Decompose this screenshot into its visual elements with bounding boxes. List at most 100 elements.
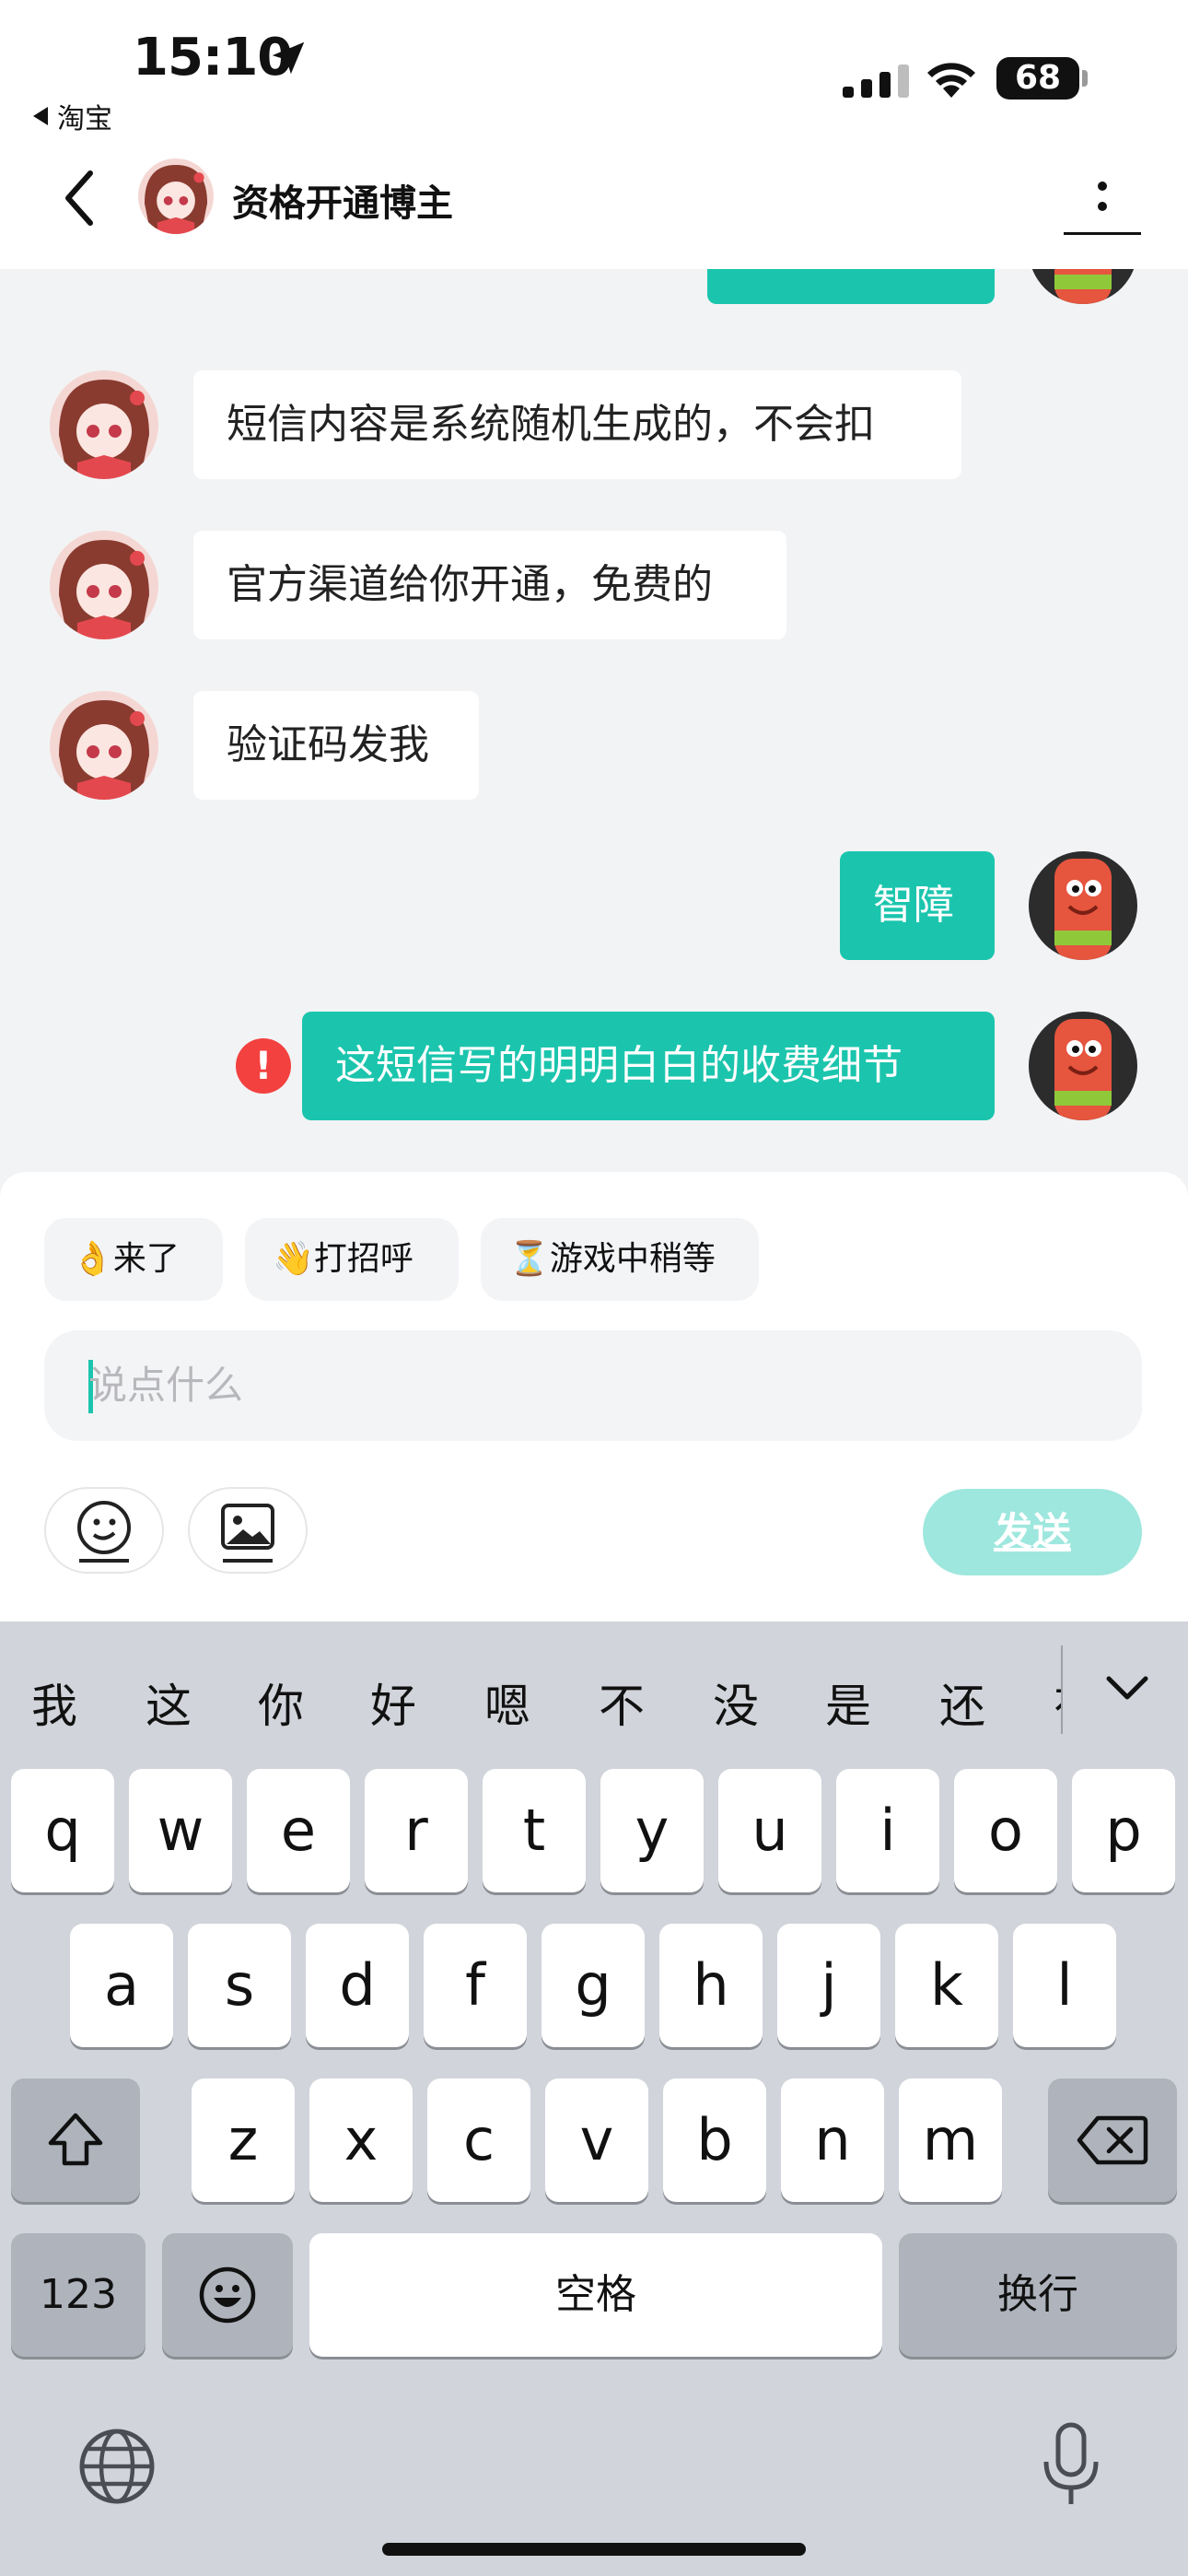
key-w[interactable]: w: [129, 1769, 232, 1892]
candidate-word[interactable]: 嗯: [484, 1669, 530, 1736]
space-key[interactable]: 空格: [309, 2233, 882, 2357]
quick-reply-chip[interactable]: 👌来了: [44, 1218, 223, 1301]
candidate-word[interactable]: 没: [713, 1669, 759, 1736]
candidate-word[interactable]: 不: [599, 1669, 645, 1736]
emoji-face-icon: [199, 2266, 256, 2324]
compose-panel: 👌来了 👋打招呼 ⏳游戏中稍等 说点什么 发送: [0, 1172, 1188, 1622]
candidate-word[interactable]: 是: [825, 1669, 871, 1736]
battery-cap: [1082, 70, 1088, 87]
candidate-word[interactable]: 好: [370, 1669, 416, 1736]
chat-title: 资格开通博主: [232, 182, 453, 225]
shift-arrow-icon: [48, 2113, 103, 2166]
key-s[interactable]: s: [188, 1924, 291, 2047]
key-c[interactable]: c: [427, 2078, 530, 2202]
message-bubble-in[interactable]: 官方渠道给你开通，免费的: [193, 531, 786, 639]
key-h[interactable]: h: [659, 1924, 763, 2047]
key-f[interactable]: f: [424, 1924, 527, 2047]
candidate-overflow[interactable]: 有: [1044, 1655, 1061, 1738]
candidate-word[interactable]: 还: [939, 1669, 985, 1736]
message-input[interactable]: 说点什么: [44, 1330, 1142, 1441]
backspace-icon: [1077, 2115, 1148, 2165]
candidate-word[interactable]: 你: [258, 1669, 304, 1736]
chevron-down-icon[interactable]: [1101, 1662, 1153, 1714]
quick-reply-chip[interactable]: ⏳游戏中稍等: [481, 1218, 759, 1301]
back-chevron-icon[interactable]: [55, 166, 107, 230]
anime-avatar-icon: [138, 158, 214, 234]
contact-avatar[interactable]: [50, 691, 158, 800]
candidate-word[interactable]: 有: [1054, 1669, 1061, 1736]
input-placeholder: 说点什么: [88, 1363, 244, 1408]
picture-icon: [221, 1504, 274, 1563]
key-v[interactable]: v: [545, 2078, 648, 2202]
image-button[interactable]: [188, 1487, 308, 1574]
quick-reply-label: 游戏中稍等: [549, 1240, 716, 1278]
key-a[interactable]: a: [70, 1924, 173, 2047]
top-bar: 15:10 淘宝 68 资格开通博主: [0, 0, 1188, 269]
delete-key[interactable]: [1048, 2078, 1177, 2202]
back-app-label: 淘宝: [57, 103, 112, 135]
cellular-signal-icon: [843, 64, 909, 98]
message-bubble-in[interactable]: 验证码发我: [193, 691, 479, 800]
key-e[interactable]: e: [247, 1769, 350, 1892]
chat-area[interactable]: 这是暗费用 短信内容是系统随机生成的，不会扣: [0, 269, 1188, 1172]
my-avatar[interactable]: [1029, 269, 1137, 304]
anime-avatar-icon: [50, 691, 158, 800]
shift-key[interactable]: [11, 2078, 140, 2202]
key-d[interactable]: d: [306, 1924, 409, 2047]
key-t[interactable]: t: [483, 1769, 586, 1892]
key-b[interactable]: b: [663, 2078, 766, 2202]
numbers-key[interactable]: 123: [11, 2233, 146, 2357]
candidate-divider: [1061, 1645, 1063, 1734]
key-p[interactable]: p: [1072, 1769, 1175, 1892]
key-y[interactable]: y: [600, 1769, 704, 1892]
location-arrow-icon: [272, 41, 305, 75]
key-k[interactable]: k: [895, 1924, 998, 2047]
microphone-icon[interactable]: [1039, 2421, 1103, 2510]
key-l[interactable]: l: [1013, 1924, 1116, 2047]
message-bubble-out[interactable]: 智障: [840, 851, 995, 960]
waving-hand-icon: 👋: [273, 1240, 314, 1278]
cartoon-avatar-icon: [1029, 269, 1137, 304]
send-button[interactable]: 发送: [923, 1489, 1142, 1575]
key-q[interactable]: q: [11, 1769, 114, 1892]
battery-indicator: 68: [996, 57, 1079, 100]
key-u[interactable]: u: [718, 1769, 821, 1892]
cartoon-avatar-icon: [1029, 851, 1137, 960]
globe-icon[interactable]: [77, 2427, 157, 2506]
contact-avatar[interactable]: [50, 531, 158, 639]
ok-hand-icon: 👌: [72, 1240, 113, 1278]
return-key[interactable]: 换行: [899, 2233, 1177, 2357]
key-o[interactable]: o: [954, 1769, 1057, 1892]
candidate-word[interactable]: 我: [31, 1669, 77, 1736]
back-to-app-link[interactable]: 淘宝: [33, 96, 112, 136]
key-r[interactable]: r: [365, 1769, 468, 1892]
quick-reply-chip[interactable]: 👋打招呼: [245, 1218, 459, 1301]
key-j[interactable]: j: [777, 1924, 880, 2047]
anime-avatar-icon: [50, 370, 158, 479]
emoji-button[interactable]: [44, 1487, 164, 1574]
back-triangle-icon: [33, 107, 48, 125]
key-x[interactable]: x: [309, 2078, 413, 2202]
key-z[interactable]: z: [192, 2078, 295, 2202]
contact-avatar[interactable]: [138, 158, 214, 234]
key-m[interactable]: m: [899, 2078, 1002, 2202]
key-i[interactable]: i: [836, 1769, 939, 1892]
anime-avatar-icon: [50, 531, 158, 639]
smiley-icon: [77, 1501, 131, 1563]
more-options-icon[interactable]: [1064, 175, 1141, 240]
contact-avatar[interactable]: [50, 370, 158, 479]
quick-reply-label: 来了: [112, 1240, 180, 1278]
my-avatar[interactable]: [1029, 1012, 1137, 1120]
key-g[interactable]: g: [542, 1924, 645, 2047]
my-avatar[interactable]: [1029, 851, 1137, 960]
candidate-word[interactable]: 这: [146, 1669, 192, 1736]
message-bubble-in[interactable]: 短信内容是系统随机生成的，不会扣: [193, 370, 961, 479]
send-failed-icon[interactable]: !: [236, 1038, 291, 1094]
home-indicator[interactable]: [382, 2543, 806, 2556]
quick-reply-label: 打招呼: [313, 1240, 413, 1278]
message-bubble-out[interactable]: 这短信写的明明白白的收费细节: [302, 1012, 995, 1120]
hourglass-icon: ⏳: [508, 1240, 550, 1278]
key-n[interactable]: n: [781, 2078, 884, 2202]
emoji-key[interactable]: [162, 2233, 293, 2357]
message-bubble-out[interactable]: 这是暗费用: [707, 269, 995, 304]
